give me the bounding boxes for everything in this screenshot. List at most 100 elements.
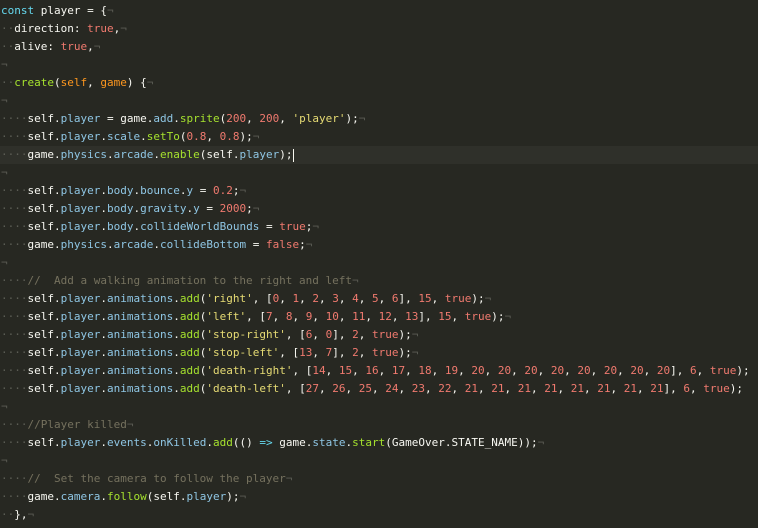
code-token: , <box>458 364 472 377</box>
code-token: 21 <box>544 382 558 395</box>
whitespace-marker: ···· <box>1 292 28 305</box>
code-line[interactable]: ····self.player.animations.add('death-ri… <box>0 362 758 380</box>
code-line[interactable]: ¬ <box>0 164 758 182</box>
code-token: . <box>153 238 160 251</box>
code-token: player <box>60 436 101 449</box>
code-line[interactable]: const player = {¬ <box>0 2 758 20</box>
whitespace-marker: ···· <box>1 112 28 125</box>
code-line[interactable]: ····self.player.scale.setTo(0.8, 0.8);¬ <box>0 128 758 146</box>
code-token: self <box>27 436 55 449</box>
code-token: , <box>279 112 293 125</box>
code-line[interactable]: ····self.player.animations.add('stop-rig… <box>0 326 758 344</box>
code-token: true <box>371 346 399 359</box>
code-token: . <box>54 364 61 377</box>
code-token: animations <box>107 346 174 359</box>
code-line[interactable]: ····// Add a walking animation to the ri… <box>0 272 758 290</box>
code-token: , <box>431 364 445 377</box>
code-token: , [ <box>292 364 313 377</box>
code-token: , <box>358 292 372 305</box>
code-token: create <box>14 76 54 89</box>
code-line[interactable]: ····self.player.animations.add('stop-lef… <box>0 344 758 362</box>
code-token: camera <box>60 490 101 503</box>
code-token: game <box>27 238 55 251</box>
code-line[interactable]: ····// Set the camera to follow the play… <box>0 470 758 488</box>
code-token: . <box>54 328 61 341</box>
code-token: (() <box>232 436 260 449</box>
code-line[interactable]: ··},¬ <box>0 506 758 524</box>
code-token: . <box>100 346 107 359</box>
code-token: . <box>100 364 107 377</box>
code-token: , <box>424 382 439 395</box>
code-editor[interactable]: const player = {¬ ··direction: true,¬ ··al… <box>0 2 758 528</box>
code-token: , <box>477 382 492 395</box>
code-line[interactable]: ··direction: true,¬ <box>0 20 758 38</box>
whitespace-marker: ¬ <box>1 58 8 71</box>
code-token: , <box>206 130 220 143</box>
code-line[interactable]: ····//Player killed¬ <box>0 416 758 434</box>
code-token: , <box>272 310 286 323</box>
whitespace-marker: ···· <box>1 472 28 485</box>
code-token: . <box>173 364 180 377</box>
code-line[interactable]: ····game.camera.follow(self.player);¬ <box>0 488 758 506</box>
code-token: , <box>279 292 293 305</box>
code-token: . <box>173 382 180 395</box>
code-token: add <box>153 112 174 125</box>
code-token: follow <box>107 490 147 503</box>
whitespace-marker: ¬ <box>27 508 35 521</box>
code-token: 21 <box>464 382 478 395</box>
code-token: . <box>173 346 180 359</box>
whitespace-marker: ···· <box>1 418 28 431</box>
code-token: 'death-left' <box>206 382 286 395</box>
code-token: , <box>484 364 498 377</box>
code-token: : <box>47 40 61 53</box>
code-token: , <box>318 382 333 395</box>
code-line[interactable]: ¬ <box>0 452 758 470</box>
code-token: , <box>371 382 386 395</box>
code-line[interactable]: ····self.player.body.collideWorldBounds … <box>0 218 758 236</box>
code-token: 21 <box>570 382 584 395</box>
code-token: add <box>179 364 200 377</box>
whitespace-marker: ···· <box>1 436 28 449</box>
code-line[interactable]: ····self.player.animations.add('death-le… <box>0 380 758 398</box>
code-token: 20 <box>577 364 591 377</box>
code-line[interactable]: ¬ <box>0 56 758 74</box>
code-token: . <box>54 184 61 197</box>
code-line[interactable]: ··create(self, game) {¬ <box>0 74 758 92</box>
code-line[interactable]: ····game.physics.arcade.enable(self.play… <box>0 146 758 164</box>
code-token: self <box>27 382 55 395</box>
code-token: , <box>431 292 445 305</box>
code-token: , <box>564 364 578 377</box>
code-line[interactable]: ¬ <box>0 92 758 110</box>
code-line[interactable]: ····self.player.body.bounce.y = 0.2;¬ <box>0 182 758 200</box>
code-token: , <box>338 310 353 323</box>
code-token: game <box>100 76 127 89</box>
code-token: , <box>358 328 372 341</box>
code-line[interactable]: ··alive: true,¬ <box>0 38 758 56</box>
code-token: . <box>153 148 160 161</box>
whitespace-marker: ¬ <box>1 166 8 179</box>
code-line[interactable]: ····self.player = game.add.sprite(200, 2… <box>0 110 758 128</box>
code-line[interactable]: ····self.player.animations.add('left', [… <box>0 308 758 326</box>
code-token: ], <box>670 364 690 377</box>
code-token: ], <box>663 382 684 395</box>
code-token: 6 <box>683 382 690 395</box>
code-token: animations <box>107 382 174 395</box>
whitespace-marker: ¬ <box>305 238 313 251</box>
code-token: , <box>318 292 333 305</box>
whitespace-marker: ¬ <box>1 454 8 467</box>
whitespace-marker: ·· <box>1 76 15 89</box>
code-token: , <box>504 382 518 395</box>
code-line[interactable]: ····self.player.events.onKilled.add(() =… <box>0 434 758 452</box>
code-token: true <box>709 364 737 377</box>
code-line[interactable]: ¬ <box>0 254 758 272</box>
code-line[interactable]: ····self.player.animations.add('right', … <box>0 290 758 308</box>
whitespace-marker: ···· <box>1 382 28 395</box>
code-token: add <box>179 382 200 395</box>
code-line[interactable]: ····self.player.body.gravity.y = 2000;¬ <box>0 200 758 218</box>
code-token: , <box>365 310 379 323</box>
code-token: 2000 <box>219 202 247 215</box>
code-token: true <box>60 40 88 53</box>
code-token: . <box>100 310 107 323</box>
code-line[interactable]: ¬ <box>0 398 758 416</box>
code-line[interactable]: ····game.physics.arcade.collideBottom = … <box>0 236 758 254</box>
